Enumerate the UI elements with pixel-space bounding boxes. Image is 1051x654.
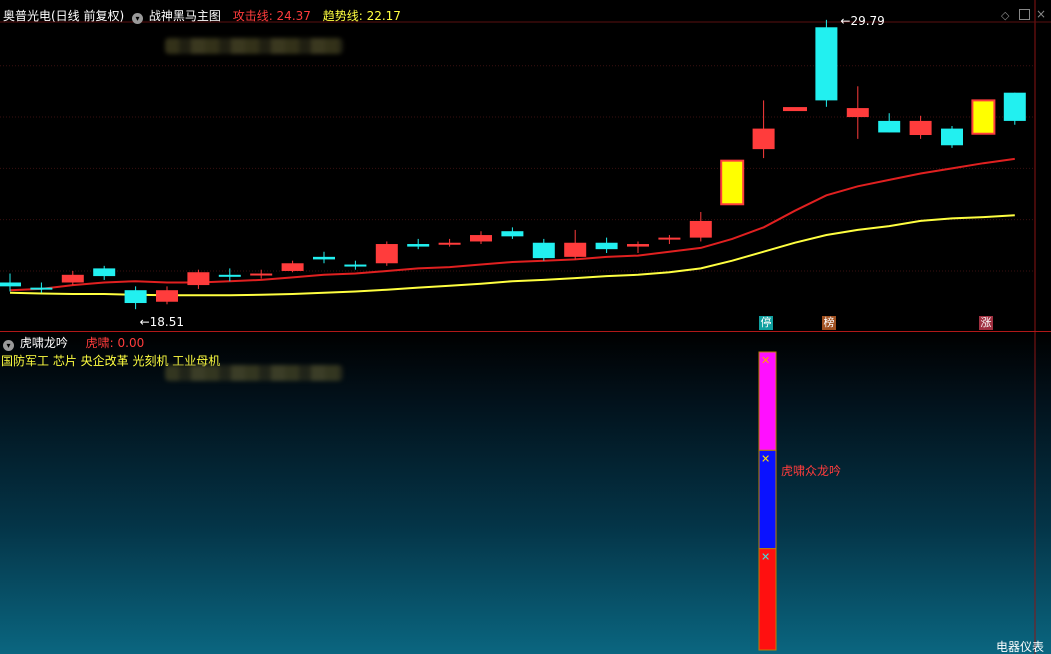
sub-header-row: ▾ 虎啸龙吟 虎啸: 0.00 <box>3 334 144 351</box>
candlestick-chart: ←29.79 ←18.51 <box>0 0 1051 331</box>
up-tag: 涨 <box>979 316 993 330</box>
tiger-value-label: 虎啸: 0.00 <box>85 336 145 350</box>
candle-body <box>595 242 618 250</box>
candle-body <box>407 244 430 247</box>
candle-body <box>124 290 147 304</box>
candle-body <box>470 235 492 242</box>
attack-line-label: 攻击线: 24.37 <box>232 9 311 23</box>
candle-body <box>564 242 587 257</box>
dropdown-icon[interactable]: ▾ <box>3 340 14 351</box>
candle-body <box>815 27 838 101</box>
candle-body <box>783 107 807 112</box>
butterfly-icon: ✕ <box>761 452 770 465</box>
candle-body <box>941 128 963 146</box>
candle-body <box>720 159 745 206</box>
blurred-watermark <box>165 38 343 54</box>
candle-body <box>1003 92 1026 121</box>
candle-body <box>281 263 304 271</box>
high-marker: ←29.79 <box>840 14 884 28</box>
low-marker: ←18.51 <box>140 315 184 329</box>
candle-body <box>218 274 241 277</box>
close-icon[interactable]: × <box>1036 7 1046 21</box>
sub-indicator-name[interactable]: 虎啸龙吟 <box>20 336 68 350</box>
candle-body <box>971 99 996 135</box>
candle-body <box>0 282 21 287</box>
stock-title[interactable]: 奥普光电(日线 前复权) <box>3 9 124 23</box>
candle-body <box>250 273 273 276</box>
indicator-panel[interactable]: ✕ ✕ ✕ ▾ 虎啸龙吟 虎啸: 0.00 国防军工 芯片 央企改革 光刻机 工业母… <box>0 332 1051 654</box>
list-tag: 榜 <box>822 316 836 330</box>
candle-body <box>878 120 901 133</box>
candle-body <box>375 244 398 264</box>
candle-body <box>344 264 367 267</box>
candle-body <box>93 268 116 277</box>
butterfly-icon: ✕ <box>761 354 770 367</box>
blurred-watermark <box>165 365 343 381</box>
signal-bar-red <box>758 548 777 651</box>
indicator-chart: ✕ ✕ ✕ <box>758 332 1036 654</box>
chart-window: ←29.79 ←18.51 奥普光电(日线 前复权) ▾ 战神黑马主图 攻击线: … <box>0 0 1051 654</box>
trend-line <box>9 214 1015 297</box>
stop-tag: 停 <box>759 316 773 330</box>
indicator-name[interactable]: 战神黑马主图 <box>149 9 221 23</box>
panel-divider[interactable] <box>0 331 1051 332</box>
candle-body <box>61 274 84 283</box>
candle-body <box>187 272 210 286</box>
candle-body <box>501 231 524 237</box>
candle-body <box>313 256 335 260</box>
sector-label: 电器仪表 <box>996 640 1045 654</box>
candle-body <box>689 220 712 238</box>
candle-body <box>846 108 869 118</box>
diamond-icon[interactable]: ◇ <box>1001 9 1009 22</box>
butterfly-icon: ✕ <box>761 551 770 564</box>
candle-body <box>909 120 932 136</box>
candle-body <box>438 242 461 245</box>
maximize-icon[interactable] <box>1019 9 1030 20</box>
header-row: 奥普光电(日线 前复权) ▾ 战神黑马主图 攻击线: 24.37 趋势线: 22… <box>3 7 401 24</box>
candle-body <box>156 290 178 302</box>
candle-body <box>627 244 649 247</box>
trend-line-label: 趋势线: 22.17 <box>322 9 401 23</box>
candle-body <box>658 237 681 240</box>
dropdown-icon[interactable]: ▾ <box>132 13 144 24</box>
price-panel[interactable]: ←29.79 ←18.51 奥普光电(日线 前复权) ▾ 战神黑马主图 攻击线: … <box>0 0 1051 331</box>
candle-body <box>532 242 555 259</box>
signal-label: 虎啸众龙吟 <box>781 464 842 478</box>
candle-body <box>752 128 775 150</box>
candle-body <box>30 287 53 290</box>
